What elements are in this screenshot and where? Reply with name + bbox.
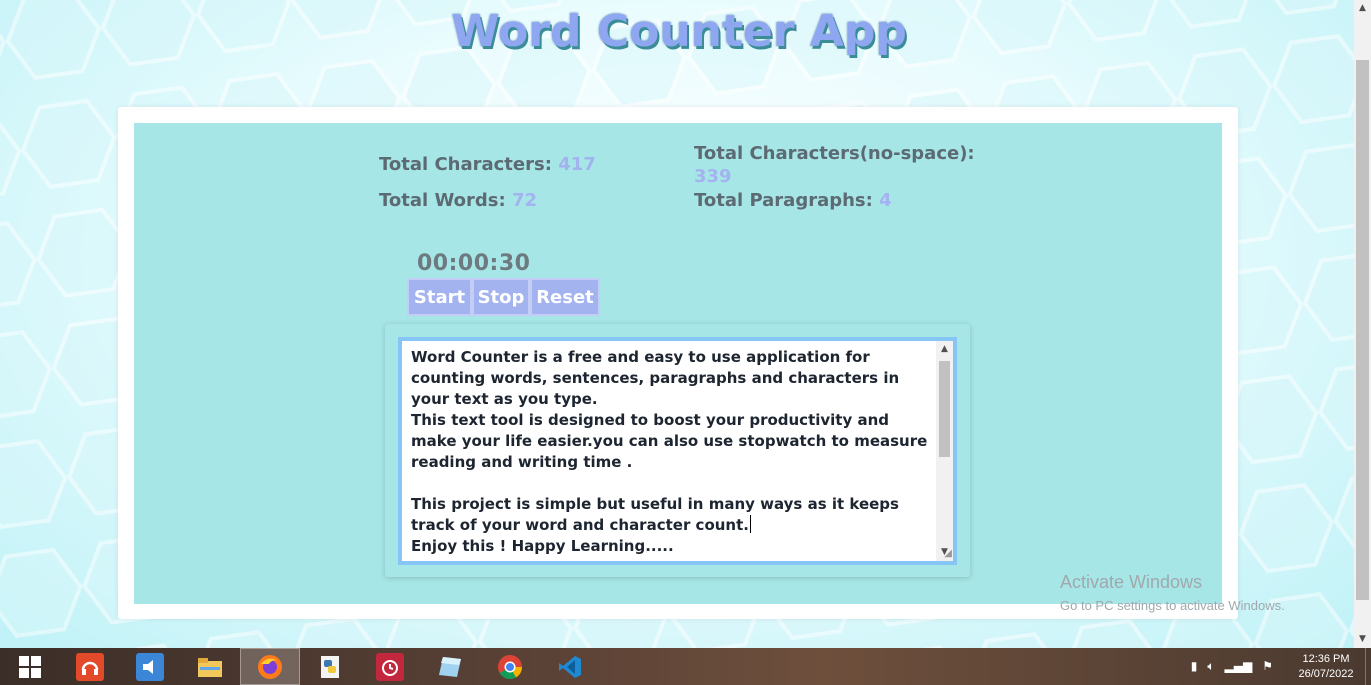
stopwatch-controls: Start Stop Reset <box>407 278 600 316</box>
taskbar-firefox[interactable] <box>240 648 300 685</box>
taskbar-vscode[interactable] <box>540 648 600 685</box>
scroll-up-icon[interactable]: ▲ <box>936 341 953 358</box>
taskbar-python[interactable] <box>300 648 360 685</box>
signal-icon[interactable]: ▂▄▆ <box>1225 659 1253 674</box>
watermark-line1: Activate Windows <box>1060 572 1203 592</box>
text-caret <box>749 515 751 533</box>
app-title: Word Counter App <box>451 6 907 57</box>
taskbar-headphones[interactable] <box>60 648 120 685</box>
firefox-icon <box>256 653 284 681</box>
total-paragraphs-value: 4 <box>879 190 892 211</box>
clock-date: 26/07/2022 <box>1298 667 1354 680</box>
start-button-taskbar[interactable] <box>0 648 60 685</box>
tray-icons: ▮ 🔈︎ ▂▄▆ ⚑ <box>1191 659 1273 674</box>
chrome-icon <box>496 653 524 681</box>
total-characters-label: Total Characters: <box>379 154 552 175</box>
page-scrollbar[interactable]: ▲ ▼ <box>1354 0 1371 648</box>
editor-container: Word Counter is a free and easy to use a… <box>385 324 970 577</box>
total-paragraphs-label: Total Paragraphs: <box>694 190 873 211</box>
total-paragraphs-stat: Total Paragraphs: 4 <box>694 189 892 212</box>
total-words-label: Total Words: <box>379 190 506 211</box>
total-characters-nospace-stat: Total Characters(no-space): 339 <box>694 142 994 188</box>
system-tray: ▮ 🔈︎ ▂▄▆ ⚑ 12:36 PM 26/07/2022 <box>1191 648 1371 685</box>
total-words-value: 72 <box>511 190 538 211</box>
editor-scrollbar[interactable]: ▲ ▼ <box>936 341 953 561</box>
python-icon <box>316 653 344 681</box>
vscode-icon <box>556 653 584 681</box>
headphones-icon <box>76 652 104 681</box>
taskbar-alarm[interactable] <box>360 648 420 685</box>
total-characters-nospace-value: 339 <box>694 166 732 187</box>
taskbar-file-explorer[interactable] <box>180 648 240 685</box>
total-characters-nospace-label: Total Characters(no-space): <box>694 143 975 164</box>
taskbar-chrome[interactable] <box>480 648 540 685</box>
watermark-line2: Go to PC settings to activate Windows. <box>1060 598 1285 613</box>
main-panel: Total Characters: 417 Total Characters(n… <box>134 123 1222 604</box>
alarm-clock-icon <box>376 652 404 681</box>
text-input-area[interactable]: Word Counter is a free and easy to use a… <box>398 337 957 565</box>
resize-grip-icon[interactable]: ◢ <box>940 548 952 560</box>
editor-text-before-caret: Word Counter is a free and easy to use a… <box>411 348 928 534</box>
editor-text[interactable]: Word Counter is a free and easy to use a… <box>411 347 931 557</box>
editor-scroll-thumb[interactable] <box>939 361 950 457</box>
stopwatch-display: 00:00:30 <box>417 251 531 276</box>
start-button[interactable]: Start <box>407 278 472 316</box>
taskbar-clock[interactable]: 12:36 PM 26/07/2022 <box>1287 652 1365 682</box>
notepad-icon <box>436 653 464 681</box>
reset-button[interactable]: Reset <box>530 278 600 316</box>
clock-time: 12:36 PM <box>1302 652 1350 665</box>
speaker-icon[interactable]: 🔈︎ <box>1207 659 1214 674</box>
page-scroll-thumb[interactable] <box>1356 60 1369 600</box>
taskbar-volume-app[interactable] <box>120 648 180 685</box>
total-characters-stat: Total Characters: 417 <box>379 153 596 176</box>
network-warning-icon[interactable]: ⚑ <box>1262 659 1273 674</box>
editor-text-after-caret: Enjoy this ! Happy Learning..... <box>411 537 674 555</box>
activate-windows-watermark: Activate Windows Go to PC settings to ac… <box>1060 572 1285 613</box>
total-words-stat: Total Words: 72 <box>379 189 537 212</box>
page-scroll-down-icon[interactable]: ▼ <box>1354 631 1371 648</box>
taskbar-notepad[interactable] <box>420 648 480 685</box>
main-card: Total Characters: 417 Total Characters(n… <box>118 107 1238 619</box>
battery-icon[interactable]: ▮ <box>1191 659 1198 674</box>
file-explorer-icon <box>196 653 224 681</box>
windows-taskbar: ▮ 🔈︎ ▂▄▆ ⚑ 12:36 PM 26/07/2022 <box>0 648 1371 685</box>
show-desktop-button[interactable] <box>1365 648 1371 685</box>
windows-start-icon <box>19 655 41 678</box>
page-scroll-up-icon[interactable]: ▲ <box>1354 0 1371 17</box>
browser-page: Word Counter App Total Characters: 417 T… <box>0 0 1354 648</box>
total-characters-value: 417 <box>558 154 596 175</box>
volume-app-icon <box>136 652 164 681</box>
stop-button[interactable]: Stop <box>472 278 530 316</box>
